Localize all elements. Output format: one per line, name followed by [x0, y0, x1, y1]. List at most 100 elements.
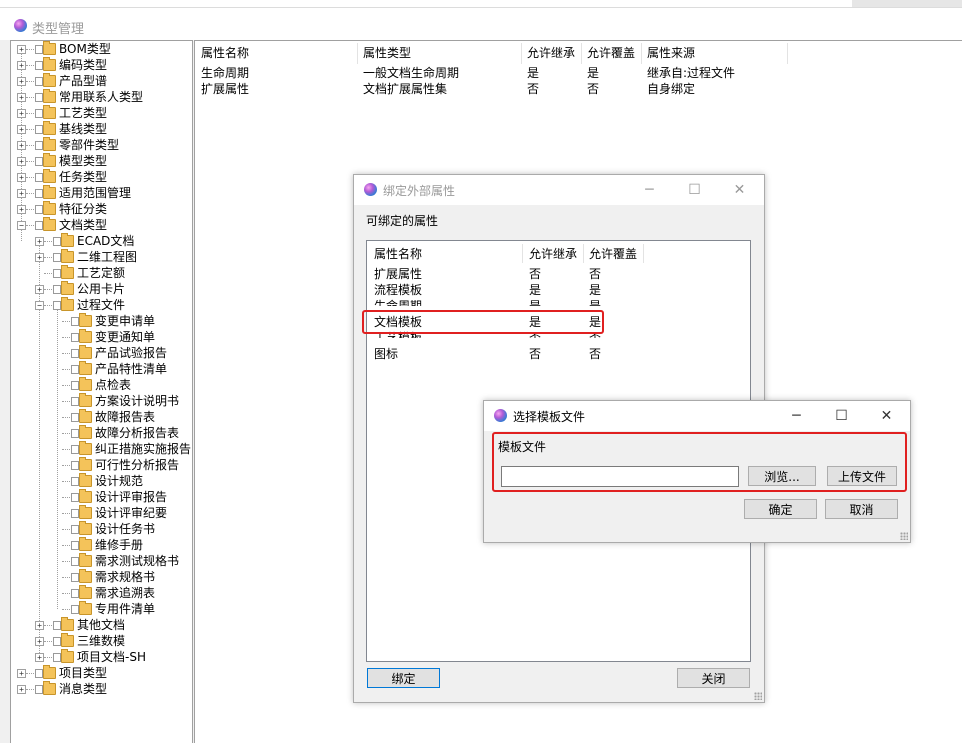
- close-button[interactable]: 关闭: [677, 668, 750, 688]
- expand-icon[interactable]: +: [35, 285, 44, 294]
- expand-icon[interactable]: +: [17, 93, 26, 102]
- table-cell[interactable]: 自身绑定: [647, 81, 695, 97]
- bind-button[interactable]: 绑定: [367, 668, 440, 688]
- list-cell[interactable]: 是: [529, 298, 541, 306]
- tree-item[interactable]: 变更通知单: [11, 329, 192, 345]
- expand-icon[interactable]: +: [35, 653, 44, 662]
- tree-item[interactable]: + 三维数模: [11, 633, 192, 649]
- tree-item[interactable]: + 项目文档-SH: [11, 649, 192, 665]
- list-cell[interactable]: 是: [589, 282, 601, 298]
- tree-item[interactable]: + 零部件类型: [11, 137, 192, 153]
- table-cell[interactable]: 否: [587, 81, 599, 97]
- upload-file-button[interactable]: 上传文件: [827, 466, 897, 486]
- list-cell[interactable]: 是: [589, 298, 601, 306]
- tree-item[interactable]: 纠正措施实施报告: [11, 441, 192, 457]
- tree-item[interactable]: + 特征分类: [11, 201, 192, 217]
- maximize-icon[interactable]: ☐: [672, 175, 717, 205]
- collapse-icon[interactable]: −: [35, 301, 44, 310]
- tree-item[interactable]: 故障分析报告表: [11, 425, 192, 441]
- tree-item[interactable]: 故障报告表: [11, 409, 192, 425]
- table-cell[interactable]: 生命周期: [201, 65, 249, 81]
- maximize-icon[interactable]: ☐: [819, 401, 864, 431]
- close-icon[interactable]: ✕: [864, 401, 909, 431]
- tree-item[interactable]: + 常用联系人类型: [11, 89, 192, 105]
- resize-grip[interactable]: [754, 692, 762, 700]
- header-allow-inherit[interactable]: 允许继承: [529, 246, 577, 262]
- expand-icon[interactable]: +: [17, 45, 26, 54]
- tree-item[interactable]: 维修手册: [11, 537, 192, 553]
- tree-item[interactable]: + 项目类型: [11, 665, 192, 681]
- expand-icon[interactable]: +: [17, 205, 26, 214]
- close-icon[interactable]: ✕: [717, 175, 762, 205]
- tree-item[interactable]: − 文档类型: [11, 217, 192, 233]
- tree-item[interactable]: + 二维工程图: [11, 249, 192, 265]
- table-cell[interactable]: 一般文档生命周期: [363, 65, 459, 81]
- expand-icon[interactable]: +: [17, 685, 26, 694]
- tree-item[interactable]: + 公用卡片: [11, 281, 192, 297]
- list-cell[interactable]: 否: [589, 266, 601, 282]
- expand-icon[interactable]: +: [17, 77, 26, 86]
- tree-item[interactable]: + 产品型谱: [11, 73, 192, 89]
- header-allow-override[interactable]: 允许覆盖: [589, 246, 637, 262]
- expand-icon[interactable]: +: [17, 61, 26, 70]
- tree-item[interactable]: 设计规范: [11, 473, 192, 489]
- table-cell[interactable]: 否: [527, 81, 539, 97]
- tree-item[interactable]: 设计评审纪要: [11, 505, 192, 521]
- tree-item[interactable]: + 工艺类型: [11, 105, 192, 121]
- expand-icon[interactable]: +: [17, 125, 26, 134]
- list-cell[interactable]: 否: [589, 346, 601, 362]
- header-allow-inherit[interactable]: 允许继承: [527, 44, 575, 62]
- header-property-source[interactable]: 属性来源: [647, 44, 695, 62]
- list-item[interactable]: 扩展属性: [374, 266, 422, 282]
- tree-item[interactable]: + 消息类型: [11, 681, 192, 697]
- table-cell[interactable]: 是: [527, 65, 539, 81]
- expand-icon[interactable]: +: [17, 109, 26, 118]
- cancel-button[interactable]: 取消: [825, 499, 898, 519]
- ok-button[interactable]: 确定: [744, 499, 817, 519]
- tree-item[interactable]: 设计评审报告: [11, 489, 192, 505]
- tree-item[interactable]: + 模型类型: [11, 153, 192, 169]
- list-cell[interactable]: 否: [529, 266, 541, 282]
- type-tree[interactable]: + BOM类型 + 编码类型 + 产品型谱 + 常用联系人类型 + 工艺类型 + 基线类型 + 零部件类型…: [10, 40, 193, 743]
- header-allow-override[interactable]: 允许覆盖: [587, 44, 635, 62]
- tree-item[interactable]: 需求测试规格书: [11, 553, 192, 569]
- tree-item[interactable]: 方案设计说明书: [11, 393, 192, 409]
- tree-item[interactable]: + 任务类型: [11, 169, 192, 185]
- tree-item[interactable]: 变更申请单: [11, 313, 192, 329]
- list-item[interactable]: 生命周期: [374, 298, 422, 306]
- minimize-icon[interactable]: ─: [627, 175, 672, 205]
- template-file-input[interactable]: [501, 466, 739, 487]
- tree-item[interactable]: 工艺定额: [11, 265, 192, 281]
- expand-icon[interactable]: +: [35, 621, 44, 630]
- tree-item[interactable]: 可行性分析报告: [11, 457, 192, 473]
- tree-item[interactable]: 需求追溯表: [11, 585, 192, 601]
- expand-icon[interactable]: +: [35, 237, 44, 246]
- minimize-icon[interactable]: ─: [774, 401, 819, 431]
- expand-icon[interactable]: +: [17, 157, 26, 166]
- tree-item[interactable]: + BOM类型: [11, 41, 192, 57]
- table-cell[interactable]: 是: [587, 65, 599, 81]
- tree-item[interactable]: 设计任务书: [11, 521, 192, 537]
- tree-item[interactable]: 需求规格书: [11, 569, 192, 585]
- table-cell[interactable]: 文档扩展属性集: [363, 81, 447, 97]
- tree-item[interactable]: 点检表: [11, 377, 192, 393]
- tree-item[interactable]: + 适用范围管理: [11, 185, 192, 201]
- collapse-icon[interactable]: −: [17, 221, 26, 230]
- tree-item[interactable]: + ECAD文档: [11, 233, 192, 249]
- expand-icon[interactable]: +: [35, 253, 44, 262]
- expand-icon[interactable]: +: [17, 189, 26, 198]
- header-property-name[interactable]: 属性名称: [374, 246, 422, 262]
- tree-item[interactable]: − 过程文件: [11, 297, 192, 313]
- tree-item[interactable]: 专用件清单: [11, 601, 192, 617]
- list-item[interactable]: 图标: [374, 346, 398, 362]
- table-cell[interactable]: 扩展属性: [201, 81, 249, 97]
- expand-icon[interactable]: +: [35, 637, 44, 646]
- list-cell[interactable]: 否: [529, 346, 541, 362]
- tree-item[interactable]: + 其他文档: [11, 617, 192, 633]
- tree-item[interactable]: + 编码类型: [11, 57, 192, 73]
- header-property-name[interactable]: 属性名称: [201, 44, 249, 62]
- expand-icon[interactable]: +: [17, 173, 26, 182]
- table-cell[interactable]: 继承自:过程文件: [647, 65, 735, 81]
- list-cell[interactable]: 是: [529, 282, 541, 298]
- browse-button[interactable]: 浏览...: [748, 466, 816, 486]
